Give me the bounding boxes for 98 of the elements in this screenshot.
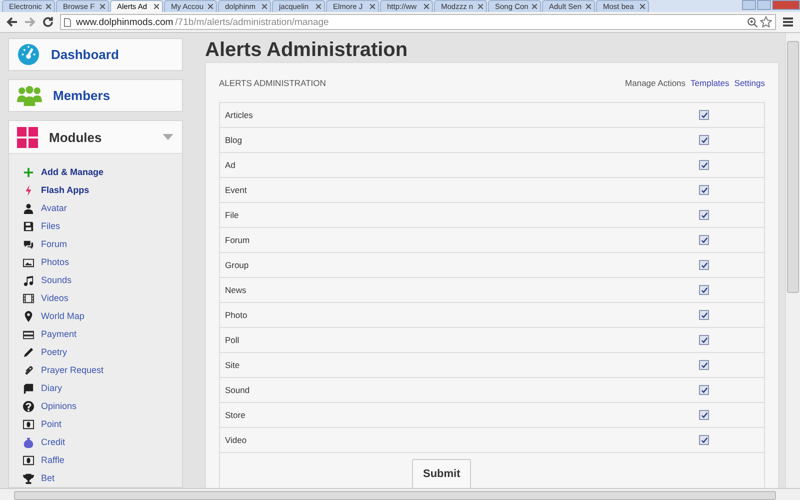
module-link[interactable]: World Map — [41, 311, 84, 322]
vertical-scrollbar[interactable] — [785, 33, 800, 488]
modules-card[interactable]: Modules — [8, 120, 183, 154]
checkbox[interactable] — [699, 435, 709, 445]
checkbox[interactable] — [699, 135, 709, 145]
alert-type-label: Poll — [225, 335, 240, 345]
checkbox[interactable] — [699, 335, 709, 345]
menu-icon[interactable] — [782, 16, 794, 28]
pencil-icon — [23, 346, 34, 358]
submit-button[interactable]: Submit — [412, 459, 472, 488]
close-icon[interactable] — [316, 4, 321, 9]
module-link[interactable]: Flash Apps — [41, 185, 90, 196]
plus-icon — [23, 166, 34, 178]
close-icon[interactable] — [262, 4, 267, 9]
speech-bubbles-icon — [23, 238, 34, 250]
close-icon[interactable] — [478, 4, 483, 9]
alert-type-label: Articles — [225, 110, 254, 120]
alert-type-label: Site — [225, 360, 241, 370]
alert-type-label: Sound — [225, 385, 251, 395]
checkbox[interactable] — [699, 285, 709, 295]
trophy-icon — [23, 472, 34, 484]
module-link[interactable]: Add & Manage — [41, 167, 104, 178]
module-link[interactable]: Point — [41, 419, 62, 430]
checkbox[interactable] — [699, 235, 709, 245]
lightning-bolt-icon — [23, 184, 34, 196]
modules-label[interactable]: Modules — [49, 130, 102, 145]
window-controls[interactable] — [742, 0, 800, 10]
alert-type-label: File — [225, 210, 240, 220]
reload-icon[interactable] — [42, 16, 54, 28]
page-icon — [64, 18, 71, 26]
picture-icon — [23, 256, 34, 268]
close-icon[interactable] — [640, 4, 645, 9]
module-link[interactable]: Videos — [41, 293, 68, 304]
members-label[interactable]: Members — [53, 88, 110, 104]
close-icon[interactable] — [46, 4, 51, 9]
address-bar[interactable]: www.dolphinmods.com /71b/m/alerts/administration/manage — [60, 14, 776, 30]
person-icon — [23, 202, 34, 214]
module-link[interactable]: Avatar — [41, 203, 67, 214]
close-icon[interactable] — [586, 4, 591, 9]
money-bag-icon — [23, 436, 34, 448]
checkbox[interactable] — [699, 110, 709, 120]
module-link[interactable]: Photos — [41, 257, 70, 268]
people-icon — [17, 85, 42, 106]
zoom-icon[interactable] — [747, 16, 758, 28]
alert-type-label: Photo — [225, 310, 248, 320]
alert-type-label: Ad — [225, 160, 236, 170]
module-link[interactable]: Sounds — [41, 275, 72, 286]
close-icon[interactable] — [154, 4, 159, 9]
alert-type-label: Event — [225, 185, 248, 195]
dashboard-card[interactable]: Dashboard — [8, 38, 183, 72]
map-pin-icon — [23, 310, 34, 322]
module-link[interactable]: Credit — [41, 437, 66, 448]
back-icon[interactable] — [6, 16, 18, 28]
alert-type-label: Forum — [225, 235, 251, 245]
banknote-icon — [23, 454, 34, 466]
module-link[interactable]: Opinions — [41, 401, 77, 412]
page-title: Alerts Administration — [205, 38, 409, 62]
dashboard-label[interactable]: Dashboard — [51, 47, 119, 62]
banknote-icon — [23, 418, 34, 430]
panel-link[interactable]: Settings — [734, 78, 765, 88]
horizontal-scrollbar[interactable] — [0, 488, 800, 500]
checkbox[interactable] — [699, 185, 709, 195]
panel-link[interactable]: Templates — [690, 78, 730, 88]
alert-type-label: Video — [225, 435, 248, 445]
speedometer-icon — [17, 43, 40, 66]
question-mark-icon — [23, 400, 34, 412]
close-icon[interactable] — [208, 4, 213, 9]
module-link[interactable]: Bet — [41, 473, 55, 484]
alert-type-label: Group — [225, 260, 250, 270]
checkbox[interactable] — [699, 210, 709, 220]
close-icon[interactable] — [100, 4, 105, 9]
members-card[interactable]: Members — [8, 79, 183, 112]
module-link[interactable]: Prayer Request — [41, 365, 104, 376]
checkbox[interactable] — [699, 385, 709, 395]
module-link[interactable]: Files — [41, 221, 60, 232]
panel-link[interactable]: Manage Actions — [625, 78, 686, 88]
module-link[interactable]: Raffle — [41, 455, 64, 466]
module-link[interactable]: Payment — [41, 329, 77, 340]
checkbox[interactable] — [699, 310, 709, 320]
film-icon — [23, 292, 34, 304]
close-icon[interactable] — [370, 4, 375, 9]
checkbox[interactable] — [699, 360, 709, 370]
panel-title: ALERTS ADMINISTRATION — [219, 78, 326, 88]
close-icon[interactable] — [532, 4, 537, 9]
grid-icon — [17, 126, 38, 148]
checkbox[interactable] — [699, 410, 709, 420]
module-link[interactable]: Diary — [41, 383, 62, 394]
music-note-icon — [23, 274, 34, 286]
star-icon[interactable] — [760, 16, 772, 28]
alert-type-label: News — [225, 285, 248, 295]
close-icon[interactable] — [424, 4, 429, 9]
alert-type-label: Blog — [225, 135, 244, 145]
checkbox[interactable] — [699, 260, 709, 270]
checkbox[interactable] — [699, 160, 709, 170]
credit-card-icon — [23, 328, 34, 340]
module-link[interactable]: Poetry — [41, 347, 68, 358]
alert-type-label: Store — [225, 410, 246, 420]
module-link[interactable]: Forum — [41, 239, 68, 250]
